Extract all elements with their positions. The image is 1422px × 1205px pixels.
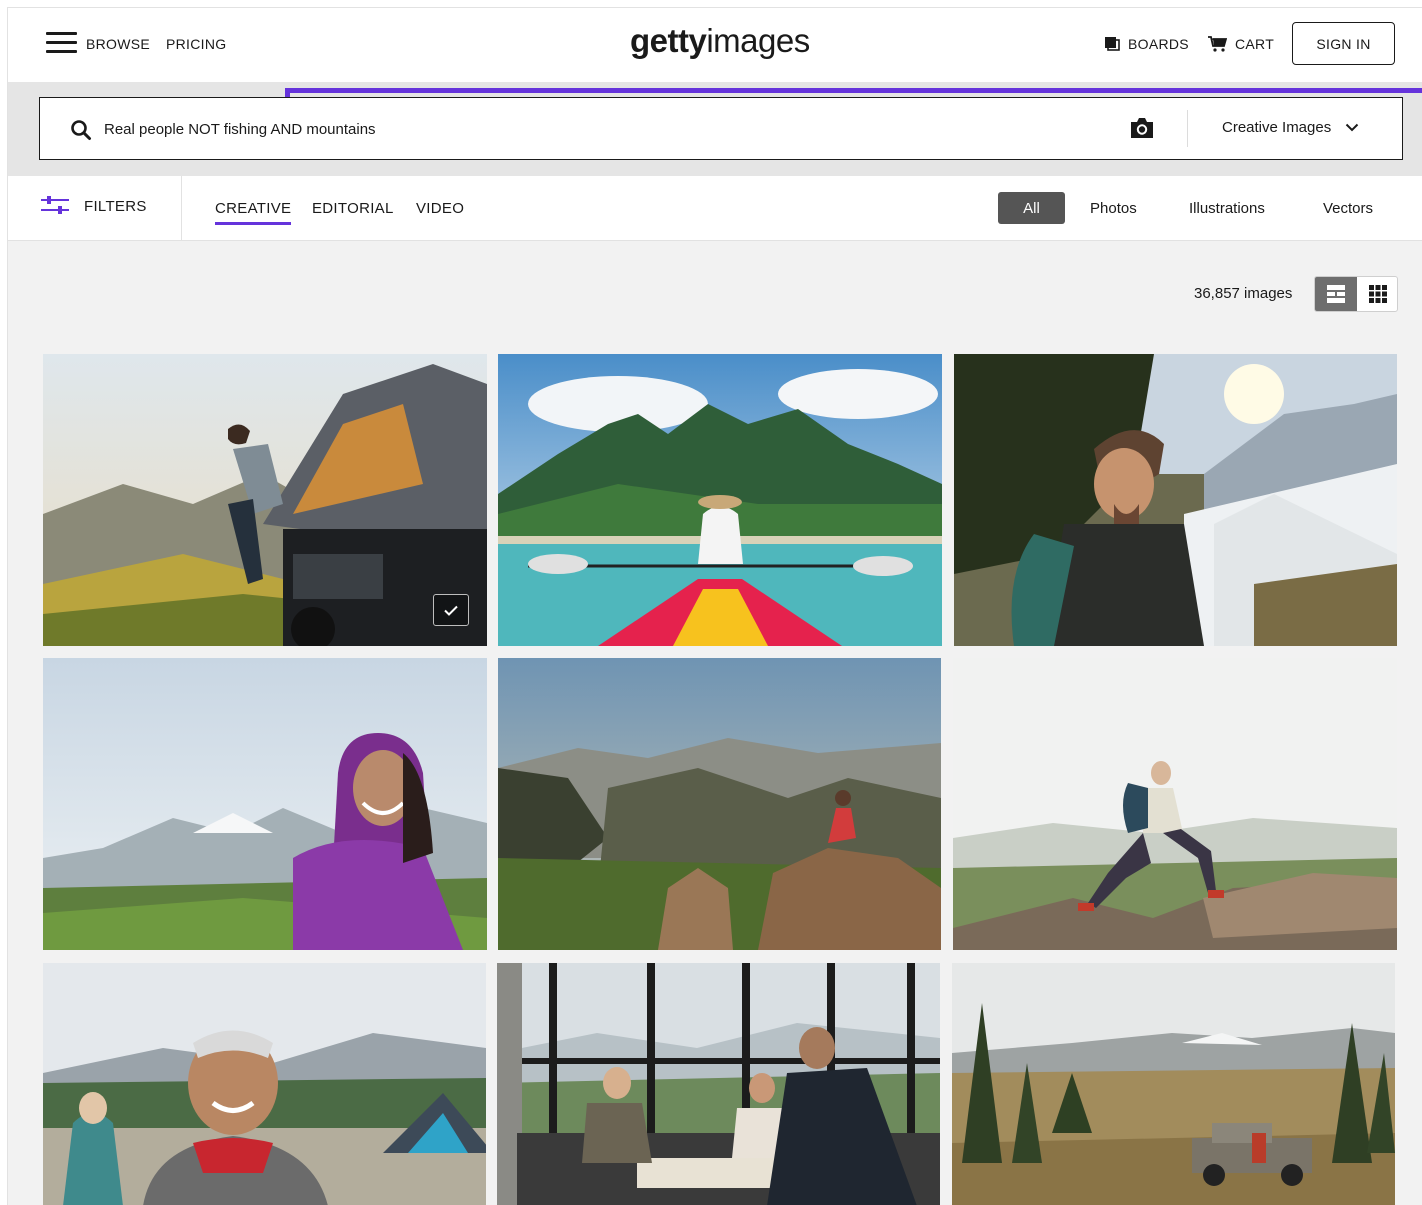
- top-header: BROWSE PRICING gettyimages BOARDS CART S…: [8, 8, 1422, 82]
- filter-divider: [181, 176, 182, 241]
- scope-dropdown[interactable]: Creative Images: [1222, 119, 1359, 136]
- cart-label: CART: [1235, 36, 1275, 52]
- search-band: Creative Images: [8, 82, 1422, 176]
- photo-senior-hiker-rocks: [953, 658, 1397, 950]
- scope-label: Creative Images: [1222, 119, 1332, 136]
- photo-hiker-snow-forest: [954, 354, 1397, 646]
- image-tile[interactable]: [953, 658, 1397, 950]
- logo-bold-text: getty: [630, 22, 707, 59]
- boards-icon: [1105, 37, 1120, 51]
- page: BROWSE PRICING gettyimages BOARDS CART S…: [7, 7, 1422, 1205]
- logo-light-text: images: [706, 22, 810, 59]
- photo-office-meeting-window: [497, 963, 940, 1205]
- camera-icon[interactable]: [1128, 115, 1156, 141]
- photo-camper-rooftop-tent: [43, 354, 487, 646]
- progress-line: [285, 88, 1422, 93]
- type-photos-button[interactable]: Photos: [1090, 200, 1137, 217]
- filter-bar: FILTERS CREATIVE EDITORIAL VIDEO All Pho…: [8, 176, 1422, 241]
- type-vectors-button[interactable]: Vectors: [1323, 200, 1373, 217]
- grid-view-icon: [1369, 285, 1387, 303]
- image-tile[interactable]: [954, 354, 1397, 646]
- search-icon[interactable]: [70, 119, 92, 141]
- image-tile[interactable]: [498, 354, 942, 646]
- filters-icon: [41, 196, 69, 214]
- result-count: 36,857 images: [1194, 285, 1293, 302]
- search-divider: [1187, 110, 1188, 147]
- boards-label: BOARDS: [1128, 36, 1189, 52]
- filters-label: FILTERS: [84, 197, 147, 215]
- image-tile[interactable]: [43, 354, 487, 646]
- grid-view-button[interactable]: [1357, 277, 1397, 311]
- boards-link[interactable]: BOARDS: [1105, 36, 1189, 52]
- tab-creative[interactable]: CREATIVE: [215, 200, 292, 225]
- filters-button[interactable]: FILTERS: [41, 196, 147, 216]
- selected-badge[interactable]: [433, 594, 469, 626]
- photo-kayak-mountains: [498, 354, 942, 646]
- pricing-link[interactable]: PRICING: [166, 36, 226, 52]
- cart-icon: [1208, 36, 1227, 52]
- cart-link[interactable]: CART: [1208, 36, 1274, 52]
- mosaic-view-button[interactable]: [1315, 277, 1357, 311]
- tab-video[interactable]: VIDEO: [416, 200, 464, 217]
- search-box: Creative Images: [39, 97, 1403, 160]
- mosaic-view-icon: [1327, 285, 1345, 303]
- photo-campsite-smiling-man: [43, 963, 486, 1205]
- sign-in-button[interactable]: SIGN IN: [1292, 22, 1395, 65]
- photo-field-truck-forest: [952, 963, 1395, 1205]
- image-tile[interactable]: [43, 963, 486, 1205]
- checkmark-icon: [444, 605, 458, 616]
- image-tile[interactable]: [43, 658, 487, 950]
- photo-woman-rock-valley: [498, 658, 941, 950]
- hamburger-icon[interactable]: [46, 32, 77, 54]
- image-tile[interactable]: [497, 963, 940, 1205]
- search-input[interactable]: [104, 116, 1054, 142]
- type-illustrations-button[interactable]: Illustrations: [1189, 200, 1265, 217]
- tab-editorial[interactable]: EDITORIAL: [312, 200, 394, 217]
- image-tile[interactable]: [498, 658, 941, 950]
- image-tile[interactable]: [952, 963, 1395, 1205]
- logo[interactable]: gettyimages: [630, 22, 810, 60]
- browse-link[interactable]: BROWSE: [86, 36, 150, 52]
- chevron-down-icon: [1346, 123, 1359, 132]
- type-all-button[interactable]: All: [998, 192, 1065, 224]
- photo-woman-purple-hood: [43, 658, 487, 950]
- view-toggle: [1314, 276, 1398, 312]
